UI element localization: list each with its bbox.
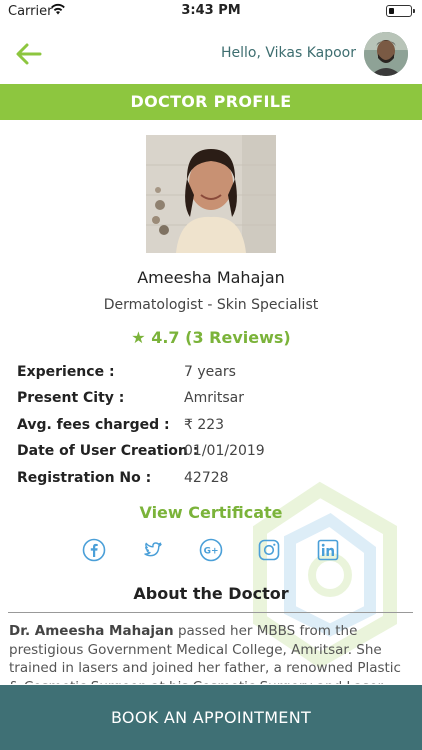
avatar[interactable] — [364, 32, 408, 76]
google-plus-icon[interactable]: G+ — [199, 538, 223, 562]
about-doctor-name: Dr. Ameesha Mahajan — [9, 623, 174, 639]
social-links: G+ — [82, 538, 342, 562]
info-row-fees: Avg. fees charged : ₹ 223 — [17, 417, 407, 443]
svg-text:G+: G+ — [204, 547, 219, 557]
clock: 3:43 PM — [181, 3, 241, 18]
doctor-specialization: Dermatologist - Skin Specialist — [103, 297, 319, 313]
linkedin-icon[interactable] — [316, 538, 340, 562]
info-value: 01/01/2019 — [184, 443, 265, 460]
status-bar: Carrier 3:43 PM — [0, 0, 422, 22]
doctor-name: Ameesha Mahajan — [137, 268, 285, 287]
battery-icon — [386, 5, 415, 17]
twitter-icon[interactable] — [140, 538, 164, 562]
info-value: 7 years — [184, 364, 236, 380]
page-title: DOCTOR PROFILE — [0, 84, 422, 120]
info-row-registration: Registration No : 42728 — [17, 470, 407, 496]
view-certificate-link[interactable]: View Certificate — [0, 503, 422, 522]
info-value: ₹ 223 — [184, 416, 225, 433]
info-label: Present City : — [17, 390, 125, 407]
info-row-creation-date: Date of User Creation : 01/01/2019 — [17, 443, 407, 469]
book-appointment-button[interactable]: BOOK AN APPOINTMENT — [0, 685, 422, 750]
info-value: Amritsar — [184, 390, 244, 407]
about-heading: About the Doctor — [133, 584, 289, 603]
info-label: Experience : — [17, 364, 115, 380]
doctor-info-list: Experience : 7 years Present City : Amri… — [17, 364, 407, 496]
instagram-icon[interactable] — [257, 538, 281, 562]
info-row-experience: Experience : 7 years — [17, 364, 407, 390]
back-button[interactable] — [14, 40, 44, 68]
about-text: Dr. Ameesha Mahajan passed her MBBS from… — [9, 622, 415, 684]
info-label: Registration No : — [17, 469, 152, 486]
info-value: 42728 — [184, 469, 229, 486]
doctor-photo — [146, 135, 276, 253]
doctor-rating[interactable]: ★ 4.7 (3 Reviews) — [0, 328, 422, 347]
arrow-left-icon — [16, 43, 42, 65]
info-label: Avg. fees charged : — [17, 416, 170, 433]
top-bar: Hello, Vikas Kapoor — [0, 28, 422, 80]
info-row-city: Present City : Amritsar — [17, 390, 407, 416]
info-label: Date of User Creation : — [17, 443, 199, 460]
greeting-text: Hello, Vikas Kapoor — [220, 45, 356, 61]
facebook-icon[interactable] — [82, 538, 106, 562]
divider — [8, 612, 413, 613]
